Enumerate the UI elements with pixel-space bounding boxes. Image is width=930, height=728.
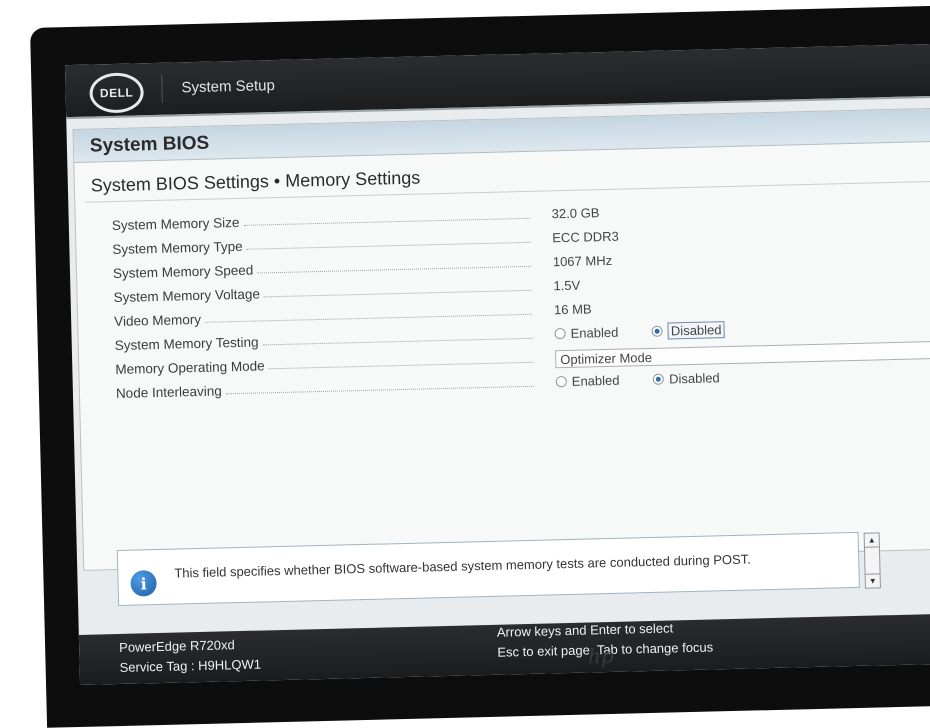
dell-logo: DELL [89, 72, 145, 114]
page-title-bar: System BIOS [73, 107, 930, 163]
service-tag: Service Tag : H9HLQW1 [119, 656, 262, 675]
hp-logo: hp [587, 643, 614, 669]
radio-button-selected[interactable] [652, 373, 665, 385]
app-title: System Setup [181, 77, 276, 97]
leader-dots [263, 289, 532, 298]
setting-value-memory-speed: 1067 MHz [552, 252, 613, 270]
setting-label-text: System Memory Type [112, 238, 247, 258]
leader-dots [243, 217, 530, 226]
key-hint-select: Arrow keys and Enter to select [496, 620, 674, 640]
monitor-bezel: DELL System Setup System BIOS System BIO… [30, 4, 930, 728]
leader-dots [268, 361, 534, 370]
setting-value-memory-voltage: 1.5V [553, 277, 581, 294]
node-interleaving-options: Enabled Disabled [555, 370, 750, 390]
scroll-down-arrow-icon[interactable]: ▼ [865, 573, 880, 588]
radio-button-selected[interactable] [651, 325, 664, 337]
setting-label-text: Video Memory [114, 311, 206, 330]
setting-label-text: System Memory Testing [114, 334, 263, 354]
node-interleaving-enabled-option[interactable]: Enabled [555, 372, 620, 390]
leader-dots [225, 385, 534, 395]
page-subtitle: System BIOS Settings • Memory Settings [90, 167, 421, 196]
setting-value-memory-type: ECC DDR3 [552, 228, 619, 246]
info-icon: i [130, 570, 157, 597]
footer-bar: PowerEdge R720xd Service Tag : H9HLQW1 A… [78, 612, 930, 685]
memory-testing-enabled-option[interactable]: Enabled [554, 324, 619, 342]
setting-label-text: Memory Operating Mode [115, 358, 269, 378]
help-scrollbar[interactable]: ▲ ▼ [863, 532, 881, 589]
leader-dots [205, 313, 533, 323]
setting-label-text: System Memory Size [111, 214, 244, 234]
content-panel: System BIOS System BIOS Settings • Memor… [72, 106, 930, 571]
header-divider [161, 74, 163, 103]
leader-dots [257, 265, 531, 274]
setting-label-text: Node Interleaving [115, 383, 226, 402]
system-model: PowerEdge R720xd [118, 637, 235, 656]
option-label-focused: Disabled [667, 321, 725, 340]
setting-label-text: System Memory Voltage [113, 286, 265, 306]
top-header: DELL System Setup [64, 43, 930, 120]
help-text: This field specifies whether BIOS softwa… [174, 551, 751, 581]
setting-value-video-memory: 16 MB [553, 301, 592, 318]
setting-label: System Memory Size [111, 205, 530, 234]
node-interleaving-disabled-option[interactable]: Disabled [652, 370, 720, 387]
leader-dots [246, 241, 531, 250]
bios-screen: DELL System Setup System BIOS System BIO… [64, 43, 930, 685]
memory-testing-disabled-option[interactable]: Disabled [651, 321, 725, 340]
leader-dots [262, 337, 533, 346]
memory-testing-options: Enabled Disabled [554, 321, 754, 341]
radio-button[interactable] [555, 376, 567, 388]
page-title: System BIOS [89, 132, 210, 157]
option-label: Enabled [571, 372, 620, 389]
option-label: Enabled [570, 324, 619, 341]
setting-value-memory-size: 32.0 GB [551, 205, 600, 222]
setting-label-text: System Memory Speed [112, 262, 258, 282]
scroll-up-arrow-icon[interactable]: ▲ [864, 533, 879, 548]
radio-button[interactable] [554, 328, 566, 340]
option-label: Disabled [668, 370, 720, 387]
